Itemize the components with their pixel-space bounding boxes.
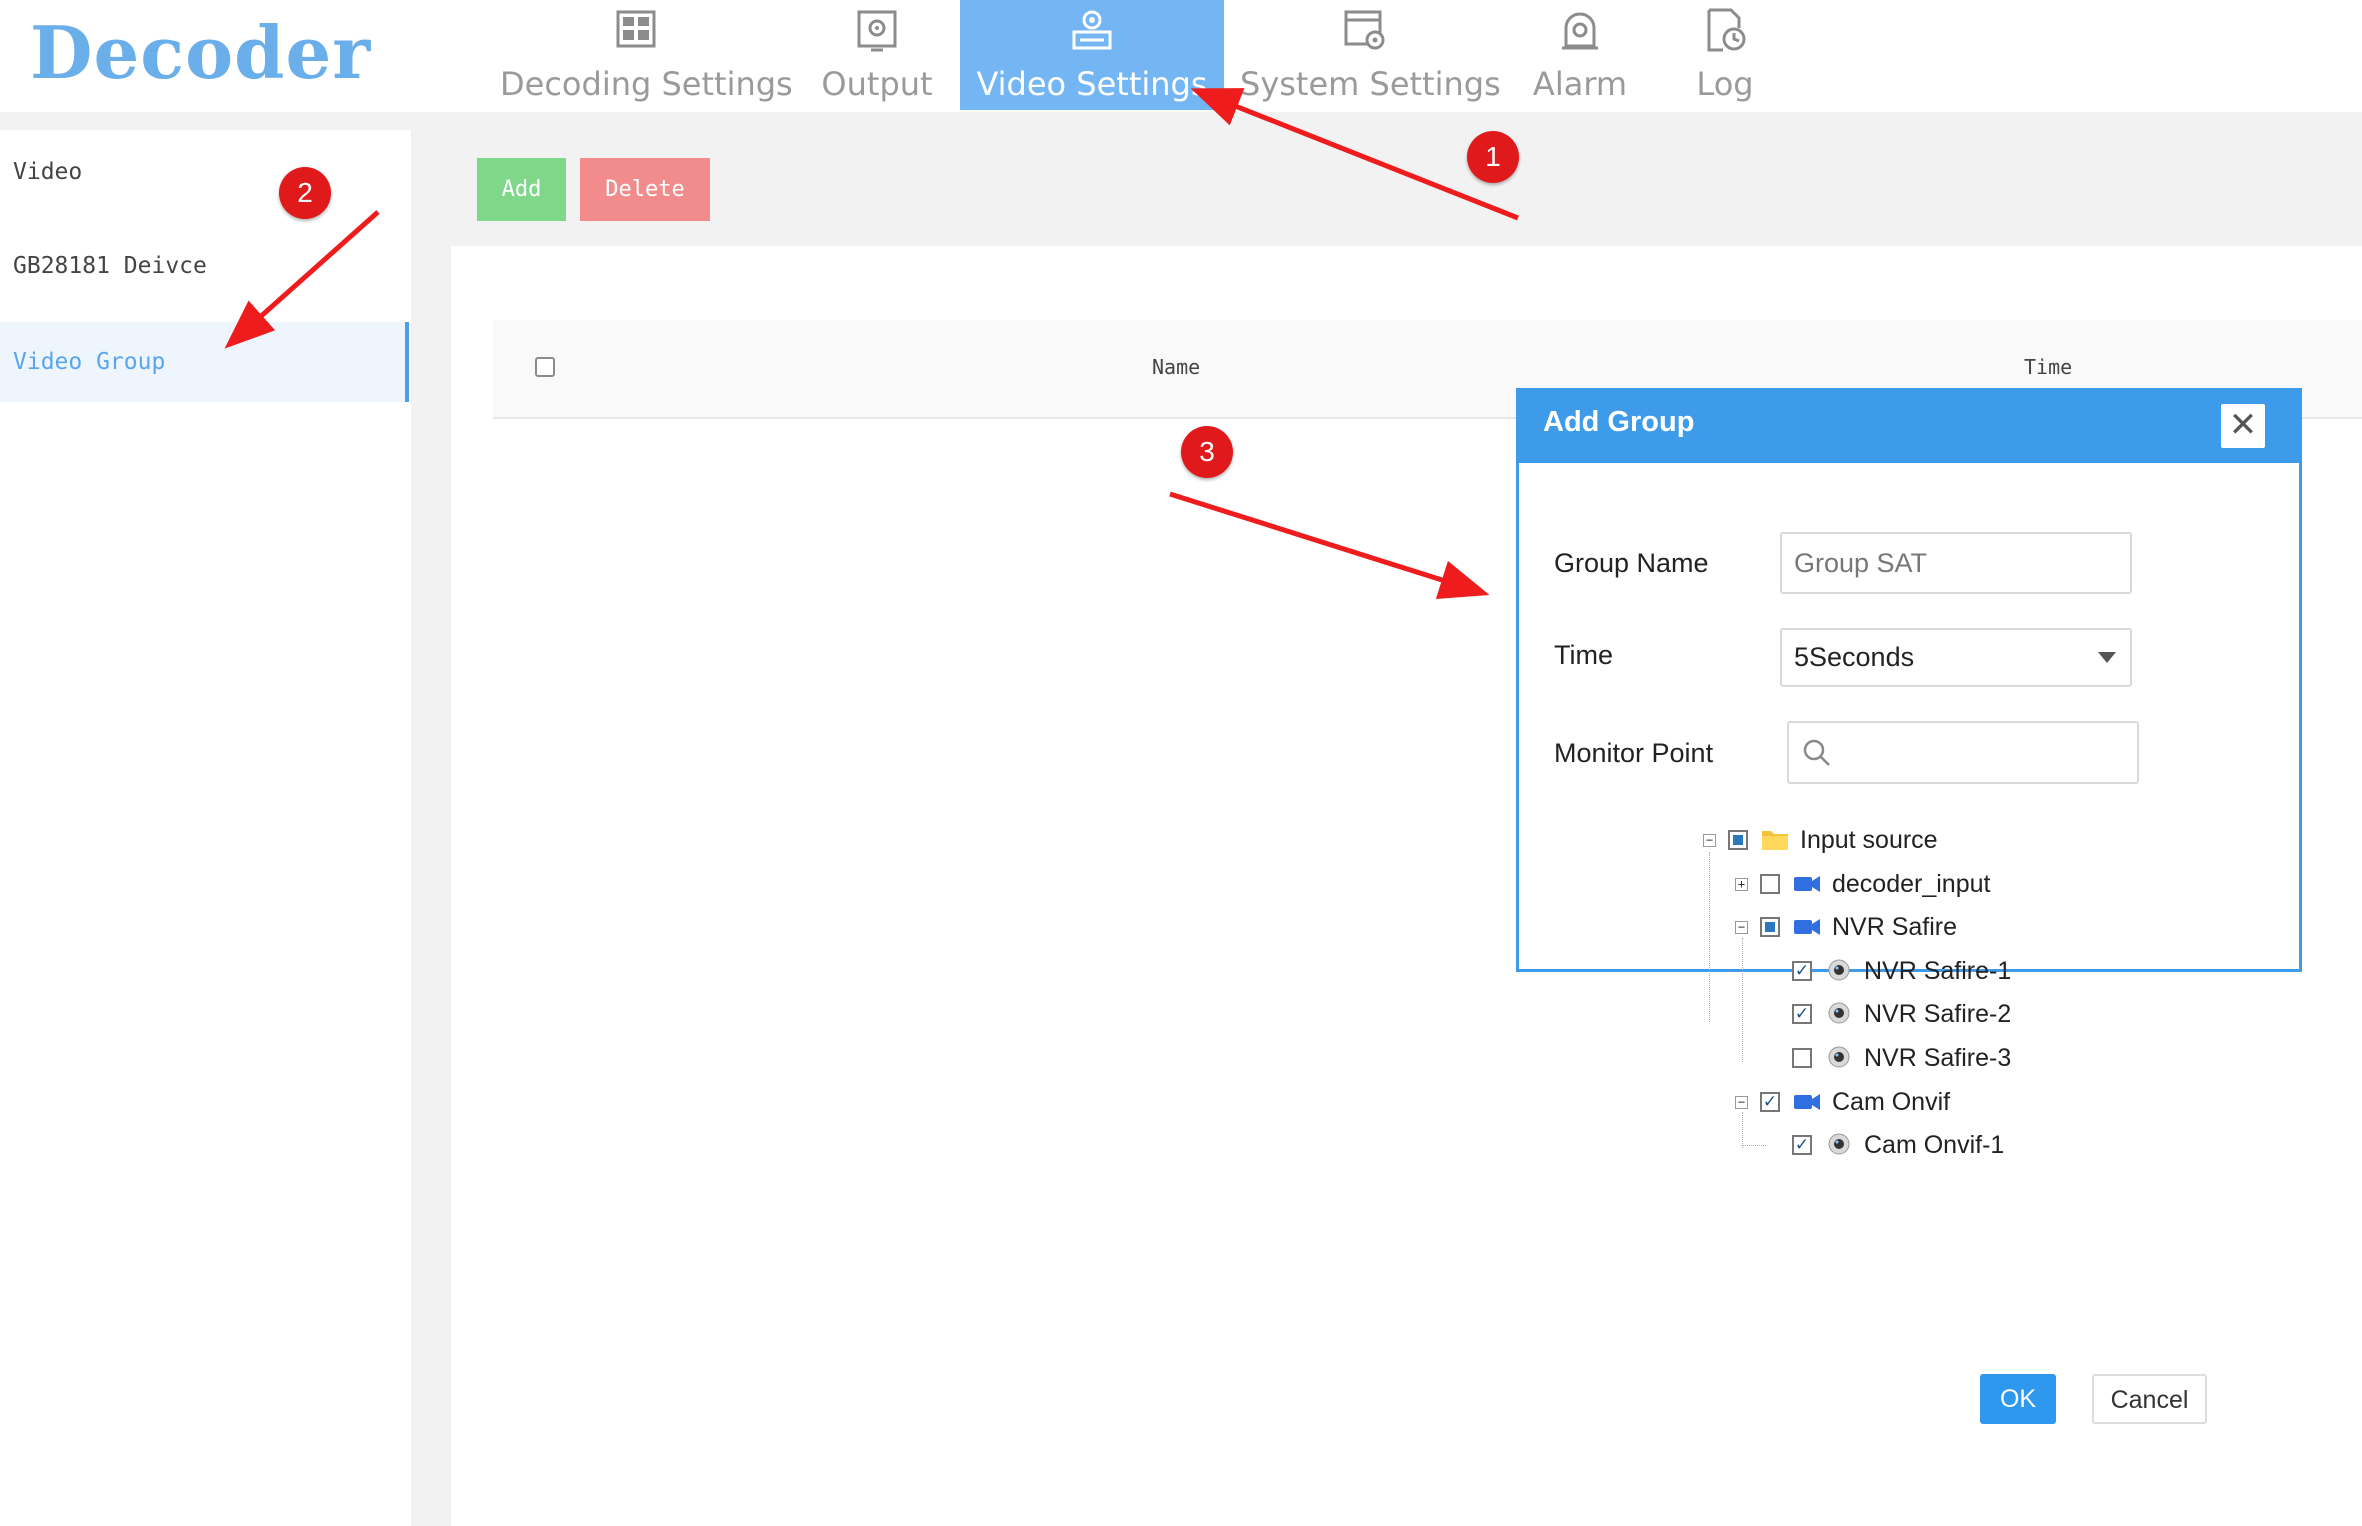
tree-node[interactable]: − NVR Safire bbox=[0, 907, 2362, 947]
collapse-icon[interactable]: − bbox=[1735, 1096, 1748, 1109]
column-header-name: Name bbox=[1152, 355, 1201, 379]
annotation-badge-2: 2 bbox=[279, 167, 331, 219]
column-header-time: Time bbox=[2024, 355, 2073, 379]
tree-node-checkbox[interactable] bbox=[1728, 830, 1748, 850]
tab-label: Video Settings bbox=[976, 65, 1208, 103]
tree-node-label: Input source bbox=[1800, 826, 1938, 854]
group-name-label: Group Name bbox=[1554, 548, 1709, 578]
tree-node[interactable]: ✓ Cam Onvif-1 bbox=[0, 1125, 2362, 1165]
tree-node-label: NVR Safire-3 bbox=[1864, 1044, 2012, 1072]
webcam-icon bbox=[1828, 1002, 1850, 1024]
monitor-point-search-input[interactable] bbox=[1787, 721, 2139, 784]
tree-node-checkbox[interactable] bbox=[1760, 874, 1780, 894]
delete-button[interactable]: Delete bbox=[580, 158, 710, 221]
time-select[interactable]: 5Seconds bbox=[1780, 628, 2132, 687]
tree-node-checkbox[interactable]: ✓ bbox=[1792, 1004, 1812, 1024]
tree-node[interactable]: − Input source bbox=[0, 820, 2362, 860]
search-icon bbox=[1803, 739, 1830, 766]
log-icon bbox=[1707, 8, 1746, 52]
collapse-icon[interactable]: − bbox=[1703, 834, 1716, 847]
tab-label: Decoding Settings bbox=[500, 65, 793, 103]
collapse-icon[interactable]: − bbox=[1735, 921, 1748, 934]
dialog-title: Add Group bbox=[1543, 406, 1695, 438]
caret-down-icon bbox=[2098, 652, 2116, 663]
time-select-value: 5Seconds bbox=[1794, 642, 1915, 672]
expand-icon[interactable]: + bbox=[1735, 878, 1748, 891]
tab-label: Log bbox=[1696, 65, 1754, 103]
time-label: Time bbox=[1554, 640, 1613, 670]
video-camera-icon bbox=[1794, 1094, 1820, 1110]
sidebar-item-video[interactable]: Video bbox=[0, 132, 408, 212]
add-button[interactable]: Add bbox=[477, 158, 566, 221]
close-icon[interactable]: ✕ bbox=[2221, 404, 2265, 448]
tree-node[interactable]: ✓ NVR Safire-2 bbox=[0, 994, 2362, 1034]
tree-node[interactable]: − ✓ Cam Onvif bbox=[0, 1082, 2362, 1122]
tab-label: Alarm bbox=[1532, 65, 1628, 103]
tree-node[interactable]: ✓ NVR Safire-1 bbox=[0, 951, 2362, 991]
tab-system-settings[interactable]: System Settings bbox=[1240, 0, 1501, 110]
tab-video-settings[interactable]: Video Settings bbox=[960, 0, 1224, 110]
alarm-icon bbox=[1562, 12, 1598, 50]
tree-node-label: Cam Onvif-1 bbox=[1864, 1131, 2005, 1159]
tree-node[interactable]: NVR Safire-3 bbox=[0, 1038, 2362, 1078]
ok-button[interactable]: OK bbox=[1980, 1374, 2056, 1424]
monitor-point-label: Monitor Point bbox=[1554, 738, 1714, 768]
video-camera-icon bbox=[1794, 919, 1820, 935]
select-all-checkbox[interactable] bbox=[535, 357, 555, 377]
system-settings-icon bbox=[1344, 10, 1385, 50]
app-logo: Decoder bbox=[30, 10, 372, 95]
webcam-icon bbox=[1828, 1046, 1850, 1068]
webcam-icon bbox=[1828, 959, 1850, 981]
annotation-badge-1: 1 bbox=[1467, 131, 1519, 183]
tree-node-label: NVR Safire bbox=[1832, 913, 1958, 941]
grid-icon bbox=[616, 10, 656, 48]
tab-output[interactable]: Output bbox=[812, 0, 942, 110]
video-settings-icon bbox=[1072, 10, 1112, 50]
group-name-input[interactable]: Group SAT bbox=[1780, 532, 2132, 594]
tree-node-checkbox[interactable] bbox=[1792, 1048, 1812, 1068]
annotation-badge-3: 3 bbox=[1181, 426, 1233, 478]
tab-label: System Settings bbox=[1240, 65, 1501, 103]
tree-node-label: NVR Safire-2 bbox=[1864, 1000, 2012, 1028]
tree-node-label: Cam Onvif bbox=[1832, 1088, 1951, 1116]
tree-node-checkbox[interactable]: ✓ bbox=[1760, 1092, 1780, 1112]
webcam-icon bbox=[1828, 1133, 1850, 1155]
tree-node[interactable]: + decoder_input bbox=[0, 864, 2362, 904]
folder-icon bbox=[1762, 831, 1788, 850]
tree-node-label: NVR Safire-1 bbox=[1864, 957, 2012, 985]
app-header: Decoder Decoding Settings Output Video S… bbox=[0, 0, 2362, 112]
tab-label: Output bbox=[821, 65, 933, 103]
video-camera-icon bbox=[1794, 876, 1820, 892]
sidebar-item-gb28181-device[interactable]: GB28181 Deivce bbox=[0, 226, 408, 306]
tab-decoding-settings[interactable]: Decoding Settings bbox=[500, 0, 793, 110]
tree-node-checkbox[interactable] bbox=[1760, 917, 1780, 937]
sidebar-item-video-group[interactable]: Video Group bbox=[0, 322, 409, 402]
tree-node-checkbox[interactable]: ✓ bbox=[1792, 1135, 1812, 1155]
tree-node-label: decoder_input bbox=[1832, 870, 1991, 898]
tree-node-checkbox[interactable]: ✓ bbox=[1792, 961, 1812, 981]
cancel-button[interactable]: Cancel bbox=[2092, 1374, 2207, 1424]
tab-alarm[interactable]: Alarm bbox=[1515, 0, 1645, 110]
tab-log[interactable]: Log bbox=[1665, 0, 1785, 110]
output-icon bbox=[857, 10, 897, 52]
